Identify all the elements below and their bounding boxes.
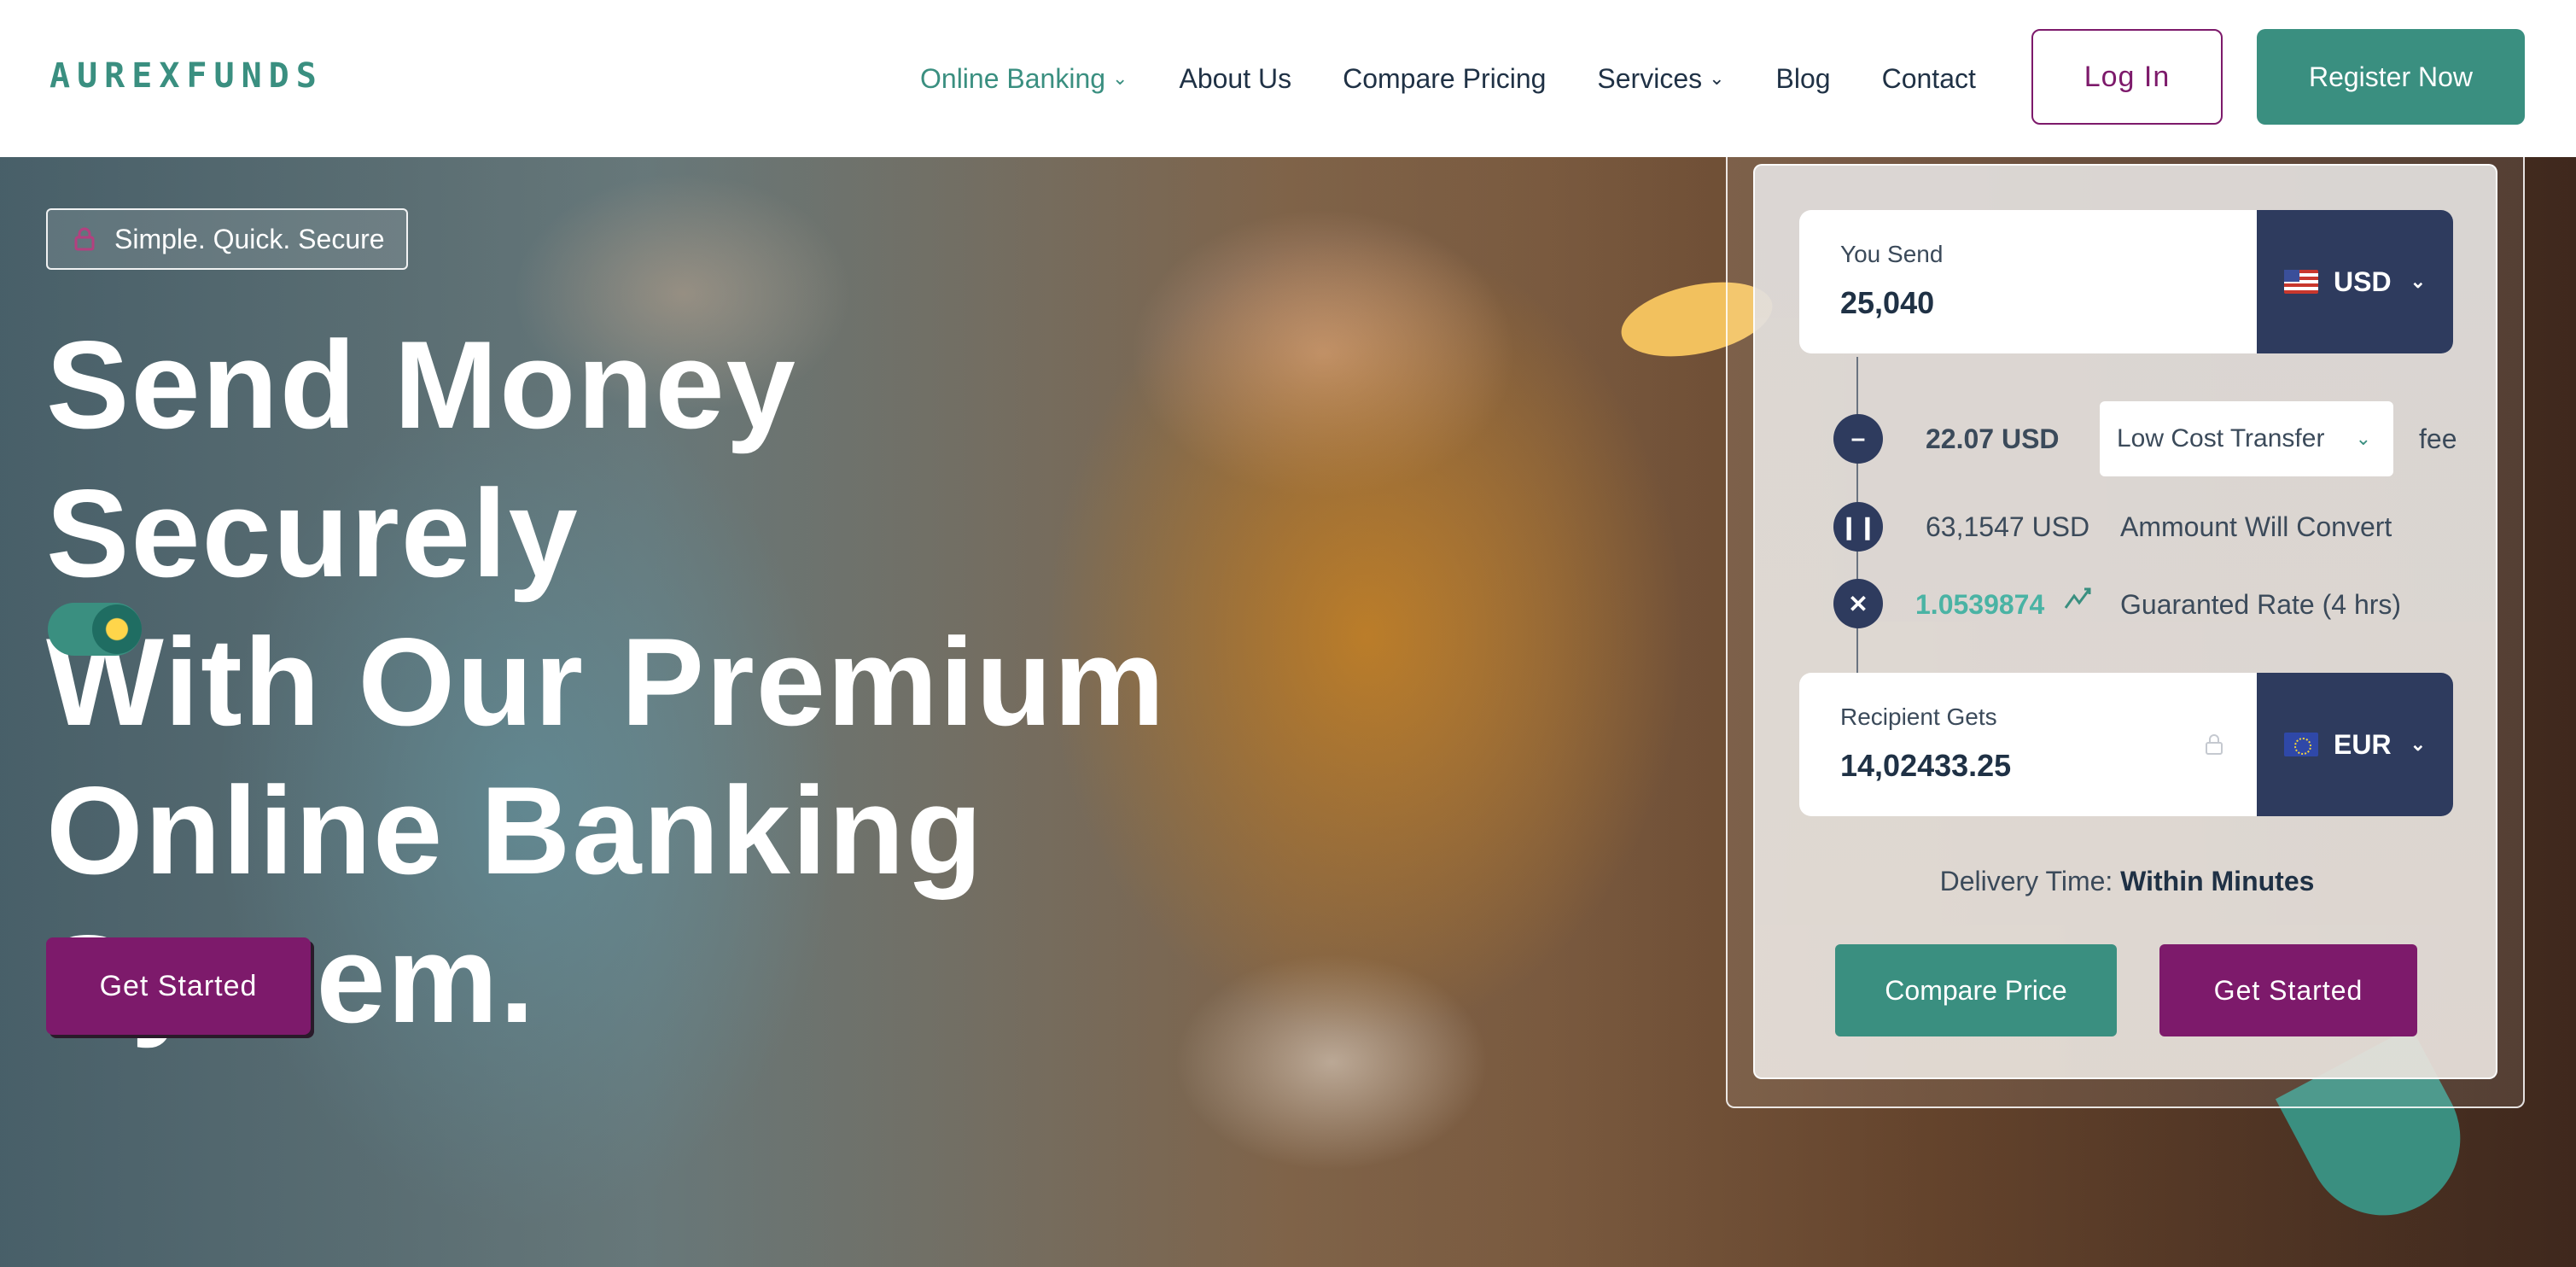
fee-suffix: fee bbox=[2419, 423, 2457, 454]
nav-item-blog[interactable]: Blog bbox=[1776, 63, 1831, 95]
sun-icon bbox=[92, 604, 142, 654]
rate-label: Guaranted Rate (4 hrs) bbox=[2120, 589, 2402, 620]
compare-price-button[interactable]: Compare Price bbox=[1835, 944, 2117, 1036]
nav-item-label: About Us bbox=[1179, 62, 1292, 94]
transfer-method-value: Low Cost Transfer bbox=[2117, 424, 2325, 452]
login-button[interactable]: Log In bbox=[2031, 29, 2223, 125]
chevron-down-icon: ⌄ bbox=[2355, 428, 2371, 449]
chevron-down-icon: ⌄ bbox=[2410, 271, 2426, 292]
fee-amount: 22.07 USD bbox=[1926, 423, 2060, 454]
tagline-text: Simple. Quick. Secure bbox=[114, 223, 385, 254]
minus-icon: – bbox=[1833, 414, 1883, 464]
send-currency-code: USD bbox=[2334, 266, 2392, 297]
currency-converter-card: You Send 25,040 USD ⌄ – 22.07 USD Low Co… bbox=[1753, 164, 2497, 1079]
exchange-rate: 1.0539874 bbox=[1915, 589, 2045, 620]
brand-logo[interactable]: AUREXFUNDS bbox=[50, 56, 323, 96]
recipient-amount-input[interactable]: 14,02433.25 bbox=[1840, 748, 2011, 784]
register-button[interactable]: Register Now bbox=[2257, 29, 2525, 125]
nav-item-about-us[interactable]: About Us bbox=[1179, 63, 1291, 95]
lock-icon bbox=[74, 227, 95, 251]
send-label: You Send bbox=[1840, 241, 1944, 267]
theme-toggle[interactable] bbox=[48, 603, 142, 656]
recipient-currency-code: EUR bbox=[2334, 728, 2392, 760]
nav-item-label: Contact bbox=[1881, 62, 1976, 94]
get-started-button[interactable]: Get Started bbox=[46, 937, 311, 1035]
nav-item-online-banking[interactable]: Online Banking ⌄ bbox=[920, 63, 1128, 95]
chevron-down-icon: ⌄ bbox=[1112, 67, 1128, 89]
chevron-down-icon: ⌄ bbox=[2410, 733, 2426, 755]
converter-get-started-button[interactable]: Get Started bbox=[2159, 944, 2417, 1036]
headline-line: Send Money Securely bbox=[46, 315, 797, 603]
delivery-value: Within Minutes bbox=[2120, 866, 2315, 896]
send-currency-select[interactable]: USD ⌄ bbox=[2257, 210, 2453, 353]
delivery-time: Delivery Time: Within Minutes bbox=[1755, 866, 2499, 897]
tagline-badge: Simple. Quick. Secure bbox=[46, 208, 408, 270]
pause-icon: ❙❙ bbox=[1833, 502, 1883, 552]
nav-item-services[interactable]: Services ⌄ bbox=[1597, 63, 1724, 95]
lock-icon bbox=[2206, 734, 2223, 755]
convert-label: Ammount Will Convert bbox=[2120, 511, 2392, 542]
nav-item-label: Services bbox=[1597, 62, 1703, 94]
nav-item-compare-pricing[interactable]: Compare Pricing bbox=[1343, 63, 1546, 95]
eu-flag-icon bbox=[2284, 733, 2318, 756]
recipient-currency-select[interactable]: EUR ⌄ bbox=[2257, 673, 2453, 816]
trend-up-icon bbox=[2064, 587, 2091, 609]
transfer-method-select[interactable]: Low Cost Transfer ⌄ bbox=[2100, 401, 2393, 476]
delivery-label: Delivery Time: bbox=[1939, 866, 2121, 896]
top-navbar: AUREXFUNDS Online Banking ⌄ About Us Com… bbox=[0, 0, 2576, 157]
chevron-down-icon: ⌄ bbox=[1709, 67, 1725, 89]
headline-line: Online Banking bbox=[46, 761, 984, 900]
nav-item-label: Online Banking bbox=[920, 62, 1106, 94]
send-amount-input[interactable]: 25,040 bbox=[1840, 285, 1934, 321]
nav-links: Online Banking ⌄ About Us Compare Pricin… bbox=[920, 0, 2027, 157]
convert-amount: 63,1547 USD bbox=[1926, 511, 2090, 542]
multiply-icon: ✕ bbox=[1833, 579, 1883, 628]
nav-item-label: Blog bbox=[1775, 62, 1831, 94]
headline-line: With Our Premium bbox=[46, 612, 1167, 751]
nav-item-label: Compare Pricing bbox=[1343, 62, 1547, 94]
recipient-amount-field[interactable]: Recipient Gets 14,02433.25 EUR ⌄ bbox=[1799, 673, 2453, 816]
us-flag-icon bbox=[2284, 270, 2318, 294]
send-amount-field[interactable]: You Send 25,040 USD ⌄ bbox=[1799, 210, 2453, 353]
recipient-label: Recipient Gets bbox=[1840, 704, 1997, 730]
nav-item-contact[interactable]: Contact bbox=[1882, 63, 1976, 95]
